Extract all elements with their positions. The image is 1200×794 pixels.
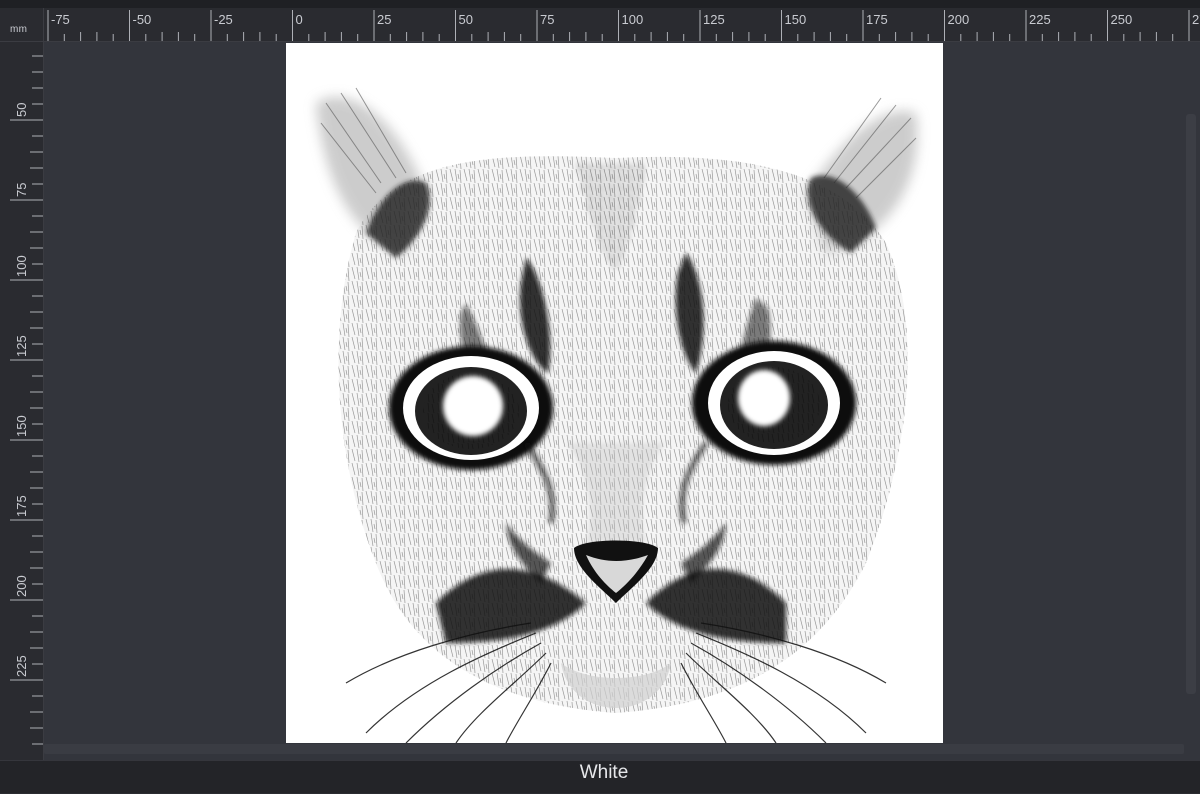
vertical-scrollbar[interactable] — [1186, 114, 1196, 694]
ruler-label: 100 — [622, 12, 644, 27]
ruler-label: 225 — [1029, 12, 1051, 27]
horizontal-ruler-ticks: -75 -50 -25 0 25 50 75 100 125 150 175 200 225 250 275 — [47, 10, 1200, 41]
status-bar: White — [0, 760, 1200, 793]
color-name-label: White — [579, 762, 629, 783]
horizontal-scrollbar[interactable] — [44, 744, 1184, 754]
ruler-label: -25 — [214, 12, 233, 27]
ruler-label: 150 — [785, 12, 807, 27]
ruler-label: 0 — [296, 12, 303, 27]
ruler-label: 275 — [1192, 12, 1200, 27]
ruler-label: 175 — [14, 495, 29, 517]
ruler-label: 175 — [866, 12, 888, 27]
vertical-ruler-ticks: 50 75 100 125 150 175 200 225 — [10, 55, 43, 745]
ruler-label: 125 — [14, 335, 29, 357]
canvas-workspace[interactable] — [44, 42, 1200, 760]
ruler-label: 150 — [14, 415, 29, 437]
ruler-label: -50 — [133, 12, 152, 27]
cat-sketch-image — [316, 87, 918, 743]
ruler-label: 225 — [14, 655, 29, 677]
ruler-label: 200 — [948, 12, 970, 27]
ruler-label: 50 — [14, 103, 29, 117]
ruler-label: 75 — [540, 12, 554, 27]
artboard[interactable] — [286, 43, 943, 743]
vertical-ruler[interactable]: 50 75 100 125 150 175 200 225 — [0, 42, 44, 760]
ruler-label: -75 — [51, 12, 70, 27]
ruler-label: 25 — [377, 12, 391, 27]
ruler-label: 200 — [14, 575, 29, 597]
ruler-corner: mm — [0, 8, 44, 42]
window-top-edge — [0, 0, 1200, 8]
horizontal-ruler[interactable]: -75 -50 -25 0 25 50 75 100 125 150 175 200 225 250 275 — [44, 8, 1200, 42]
ruler-label: 75 — [14, 183, 29, 197]
ruler-label: 50 — [459, 12, 473, 27]
ruler-label: 250 — [1111, 12, 1133, 27]
ruler-unit-label: mm — [10, 24, 28, 35]
ruler-label: 100 — [14, 255, 29, 277]
ruler-label: 125 — [703, 12, 725, 27]
